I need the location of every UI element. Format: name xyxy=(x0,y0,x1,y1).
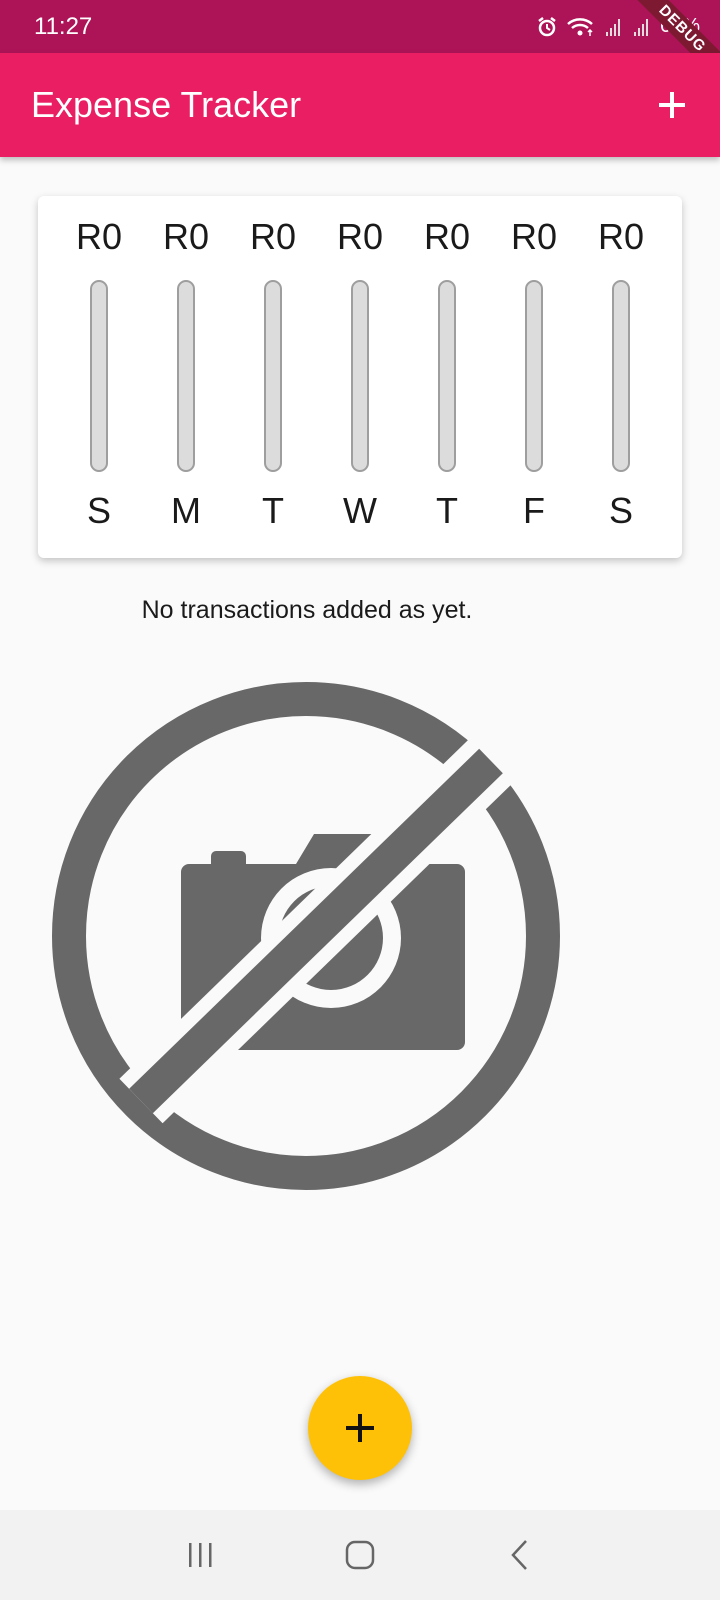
chart-bar-column: R0 W xyxy=(317,196,403,558)
wifi-icon xyxy=(566,16,596,38)
bar-amount-label: R0 xyxy=(75,216,123,257)
status-bar: 11:27 64% xyxy=(0,0,720,53)
bar-day-label: F xyxy=(523,490,545,531)
weekly-chart-card: R0 S R0 M R0 T R0 W R0 T R0 F R0 S xyxy=(38,196,682,558)
back-icon[interactable] xyxy=(500,1535,540,1575)
add-transaction-icon[interactable] xyxy=(652,85,692,125)
bar-amount-label: R0 xyxy=(423,216,471,257)
chart-bars: R0 S R0 M R0 T R0 W R0 T R0 F R0 S xyxy=(56,196,664,558)
bar-amount-label: R0 xyxy=(249,216,297,257)
bar-track xyxy=(90,280,108,472)
empty-state-message: No transactions added as yet. xyxy=(141,596,473,624)
chart-bar-column: R0 S xyxy=(578,196,664,558)
chart-bar-column: R0 T xyxy=(404,196,490,558)
bar-track xyxy=(264,280,282,472)
bar-day-label: T xyxy=(436,490,458,531)
bar-track xyxy=(351,280,369,472)
bar-amount-label: R0 xyxy=(336,216,384,257)
signal-icon-1 xyxy=(604,16,624,38)
bar-day-label: S xyxy=(86,490,111,531)
navigation-bar xyxy=(0,1510,720,1600)
bar-amount-label: R0 xyxy=(510,216,558,257)
recent-apps-icon[interactable] xyxy=(180,1535,220,1575)
signal-icon-2 xyxy=(632,16,652,38)
bar-day-label: S xyxy=(608,490,633,531)
bar-day-label: W xyxy=(343,490,377,531)
chart-bar-column: R0 M xyxy=(143,196,229,558)
bar-track xyxy=(438,280,456,472)
home-icon[interactable] xyxy=(340,1535,380,1575)
alarm-icon xyxy=(536,16,558,38)
bar-track xyxy=(612,280,630,472)
chart-bar-column: R0 S xyxy=(56,196,142,558)
chart-bar-column: R0 F xyxy=(491,196,577,558)
bar-amount-label: R0 xyxy=(597,216,645,257)
chart-bar-column: R0 T xyxy=(230,196,316,558)
bar-track xyxy=(177,280,195,472)
bar-day-label: T xyxy=(262,490,284,531)
app-bar: Expense Tracker xyxy=(0,53,720,157)
bar-track xyxy=(525,280,543,472)
app-title: Expense Tracker xyxy=(31,84,302,125)
bar-amount-label: R0 xyxy=(162,216,210,257)
no-photo-icon xyxy=(46,676,566,1196)
add-transaction-button[interactable] xyxy=(308,1376,412,1480)
status-time: 11:27 xyxy=(34,12,93,40)
bar-day-label: M xyxy=(171,490,201,531)
